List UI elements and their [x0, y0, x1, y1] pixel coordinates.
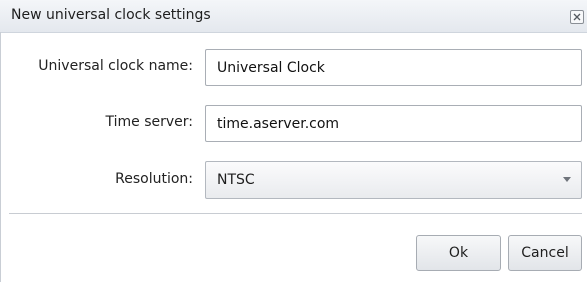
divider — [9, 213, 582, 214]
resolution-label: Resolution: — [115, 171, 193, 187]
close-icon[interactable] — [570, 10, 584, 24]
cancel-button[interactable]: Cancel — [508, 235, 582, 271]
clock-name-field[interactable] — [205, 49, 582, 86]
window-border — [0, 32, 1, 282]
time-server-label: Time server: — [105, 114, 194, 130]
clock-name-label: Universal clock name: — [38, 58, 193, 74]
title-bar: New universal clock settings — [0, 0, 587, 33]
ok-button[interactable]: Ok — [416, 235, 501, 271]
resolution-select[interactable]: NTSC — [205, 161, 582, 199]
chevron-down-icon — [563, 177, 571, 182]
dialog-title: New universal clock settings — [11, 7, 211, 23]
clock-settings-dialog: New universal clock settings Universal c… — [0, 0, 587, 282]
time-server-field[interactable] — [205, 105, 582, 142]
resolution-selected-value: NTSC — [217, 172, 255, 188]
